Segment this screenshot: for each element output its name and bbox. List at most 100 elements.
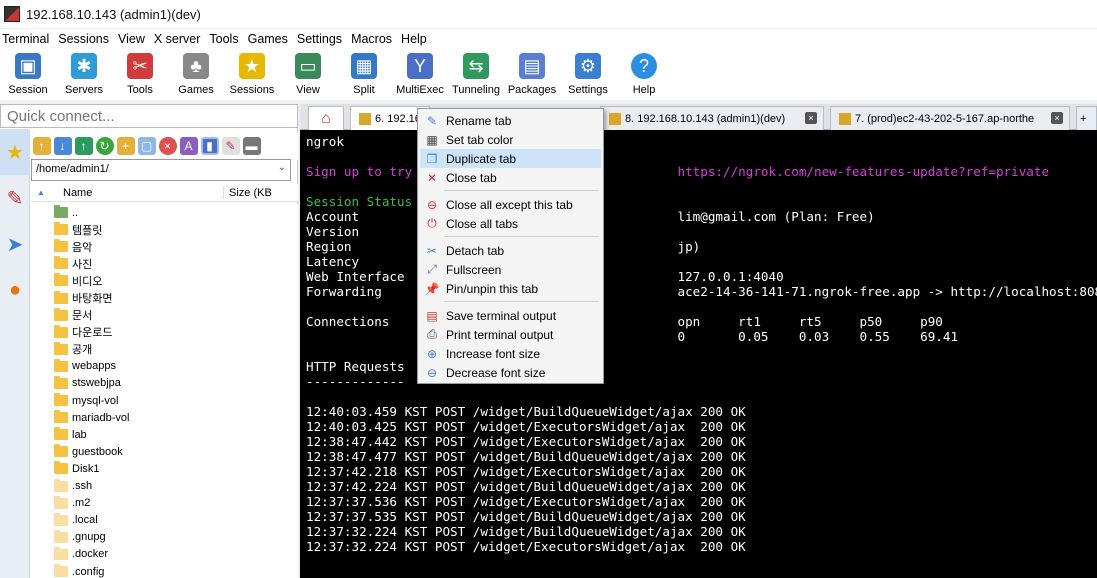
refresh-icon[interactable]: ↻	[95, 137, 114, 155]
toolbar-session-button[interactable]: ▣ Session	[0, 48, 56, 100]
menu-item-decrease-font-size[interactable]: ⊖ Decrease font size	[420, 363, 601, 382]
menu-item-pin-unpin-this-tab[interactable]: 📌 Pin/unpin this tab	[420, 279, 601, 298]
file-row[interactable]: mariadb-vol	[31, 409, 298, 426]
menu-item-set-tab-color[interactable]: ▦ Set tab color	[420, 130, 601, 149]
file-row[interactable]: .local	[31, 512, 298, 529]
file-name: 공개	[72, 344, 93, 357]
star-icon[interactable]: ★	[0, 129, 30, 175]
toolbar-label: Packages	[507, 84, 557, 96]
terminal-icon[interactable]: ▬	[242, 137, 261, 155]
close-icon[interactable]: ×	[805, 112, 817, 124]
folder-icon	[54, 444, 68, 458]
file-row[interactable]: .m2	[31, 495, 298, 512]
edit-icon[interactable]: ✎	[221, 137, 240, 155]
toolbar-servers-button[interactable]: ✱ Servers	[56, 48, 112, 100]
toolbar-multiexec-button[interactable]: Y MultiExec	[392, 48, 448, 100]
parent-folder-icon[interactable]: ↑	[32, 137, 51, 155]
file-row[interactable]: .gnupg	[31, 529, 298, 546]
file-row[interactable]: Disk1	[31, 460, 298, 477]
column-name[interactable]: Name	[63, 187, 223, 199]
menu-separator	[444, 301, 599, 302]
file-row[interactable]: guestbook	[31, 443, 298, 460]
toolbar-view-button[interactable]: ▭ View	[280, 48, 336, 100]
file-row[interactable]: ..	[31, 204, 298, 221]
tab-session-7[interactable]: 7. (prod)ec2-43-202-5-167.ap-northe ×	[830, 106, 1070, 130]
folder-icon	[54, 512, 68, 526]
file-row[interactable]: 비디오	[31, 272, 298, 289]
menu-view[interactable]: View	[117, 32, 145, 46]
file-row[interactable]: .docker	[31, 546, 298, 563]
chevron-down-icon[interactable]: ⌄	[278, 162, 286, 173]
menu-terminal[interactable]: Terminal	[1, 32, 49, 46]
menu-settings[interactable]: Settings	[296, 32, 342, 46]
toolbar-games-button[interactable]: ♣ Games	[168, 48, 224, 100]
new-tab-button[interactable]: +	[1076, 106, 1097, 130]
terminal-follow-icon[interactable]: ▮	[200, 137, 219, 155]
menu-sessions[interactable]: Sessions	[57, 32, 109, 46]
file-row[interactable]: webapps	[31, 358, 298, 375]
menu-item-save-terminal-output[interactable]: ▤ Save terminal output	[420, 306, 601, 325]
tab-label: 7. (prod)ec2-43-202-5-167.ap-northe	[855, 112, 1035, 125]
menu-item-detach-tab[interactable]: ✂ Detach tab	[420, 241, 601, 260]
send-icon[interactable]: ➤	[0, 221, 30, 267]
toolbar-sessions-button[interactable]: ★ Sessions	[224, 48, 280, 100]
menu-item-fullscreen[interactable]: ⤢ Fullscreen	[420, 260, 601, 279]
toolbar-split-button[interactable]: ▦ Split	[336, 48, 392, 100]
path-field[interactable]: /home/admin1/ ⌄	[31, 159, 291, 181]
menu-item-label: Duplicate tab	[446, 151, 517, 166]
file-row[interactable]: 공개	[31, 341, 298, 358]
globe-icon[interactable]: ●	[0, 267, 30, 313]
delete-icon[interactable]: ×	[158, 137, 177, 155]
file-row[interactable]: 음악	[31, 238, 298, 255]
file-row[interactable]: lab	[31, 426, 298, 443]
file-row[interactable]: 바탕화면	[31, 289, 298, 306]
file-row[interactable]: 사진	[31, 255, 298, 272]
file-row[interactable]: mysql-vol	[31, 392, 298, 409]
sort-arrow-icon[interactable]: ▲	[31, 188, 51, 197]
file-name: mysql-vol	[72, 394, 119, 407]
menu-item-label: Fullscreen	[446, 262, 502, 277]
file-row[interactable]: 문서	[31, 307, 298, 324]
folder-icon	[54, 461, 68, 475]
main-toolbar: ▣ Session ✱ Servers ✂ Tools ♣ Games ★ Sessions ▭ Vi…	[0, 48, 1097, 100]
file-row[interactable]: 다운로드	[31, 324, 298, 341]
download-icon[interactable]: ↓	[53, 137, 72, 155]
file-name: ..	[72, 206, 79, 219]
terminal-line: 12:37:32.224 KST POST /widget/ExecutorsW…	[306, 539, 746, 554]
upload-icon[interactable]: ↑	[74, 137, 93, 155]
menu-games[interactable]: Games	[247, 32, 288, 46]
toolbar-tunneling-button[interactable]: ⇆ Tunneling	[448, 48, 504, 100]
close-icon[interactable]: ×	[1051, 112, 1063, 124]
toolbar-settings-button[interactable]: ⚙ Settings	[560, 48, 616, 100]
file-row[interactable]: .config	[31, 563, 298, 578]
toolbar-label: Servers	[65, 84, 103, 96]
menu-item-close-all-tabs[interactable]: ⏻ Close all tabs	[420, 214, 601, 233]
toolbar-label: Settings	[568, 84, 608, 96]
terminal-line: 12:37:42.224 KST POST /widget/BuildQueue…	[306, 479, 746, 494]
menu-item-close-tab[interactable]: ✕ Close tab	[420, 168, 601, 187]
column-size[interactable]: Size (KB	[223, 186, 272, 199]
home-tab[interactable]: ⌂	[308, 106, 344, 130]
file-row[interactable]: 템플릿	[31, 221, 298, 238]
menu-item-rename-tab[interactable]: ✎ Rename tab	[420, 111, 601, 130]
toolbar-help-button[interactable]: ? Help	[616, 48, 672, 100]
rename-icon[interactable]: A	[179, 137, 198, 155]
menu-macros[interactable]: Macros	[350, 32, 392, 46]
toolbar-tools-button[interactable]: ✂ Tools	[112, 48, 168, 100]
menu-x-server[interactable]: X server	[153, 32, 201, 46]
menu-item-print-terminal-output[interactable]: ⎙ Print terminal output	[420, 325, 601, 344]
menu-help[interactable]: Help	[400, 32, 427, 46]
menu-tools[interactable]: Tools	[208, 32, 238, 46]
file-row[interactable]: .ssh	[31, 478, 298, 495]
toolbar-packages-button[interactable]: ▤ Packages	[504, 48, 560, 100]
quick-connect-input[interactable]	[0, 104, 298, 128]
new-folder-icon[interactable]: +	[116, 137, 135, 155]
tab-session-8[interactable]: 8. 192.168.10.143 (admin1)(dev) ×	[600, 106, 824, 130]
menu-item-duplicate-tab[interactable]: ❐ Duplicate tab	[420, 149, 601, 168]
new-file-icon[interactable]: ▢	[137, 137, 156, 155]
tools-icon[interactable]: ✎	[0, 175, 30, 221]
menu-item-increase-font-size[interactable]: ⊕ Increase font size	[420, 344, 601, 363]
file-name: .local	[72, 514, 98, 527]
file-row[interactable]: stswebjpa	[31, 375, 298, 392]
menu-item-close-all-except-this-tab[interactable]: ⊖ Close all except this tab	[420, 195, 601, 214]
